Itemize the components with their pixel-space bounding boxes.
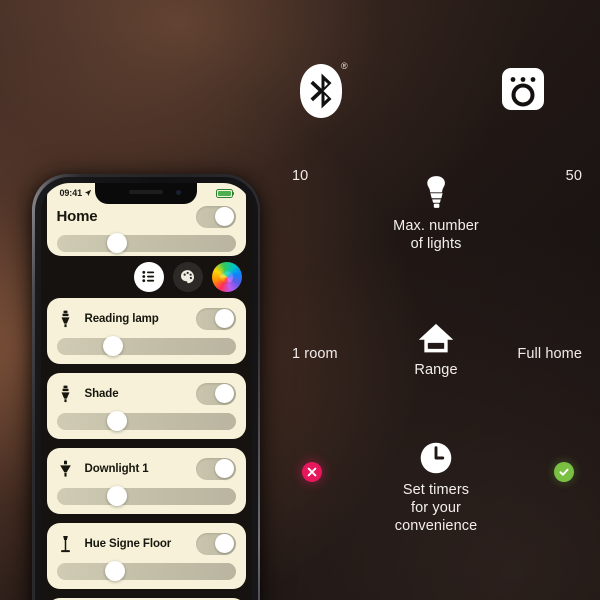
battery-icon: [215, 188, 235, 198]
mode-button-row: [133, 261, 242, 292]
feature-caption-timers: Set timers for your convenience: [394, 482, 478, 534]
spotlight-icon: [57, 383, 75, 405]
scenes-button[interactable]: [172, 261, 203, 292]
phone-screen: 09:41 Home Reading lamp Shade Downlight …: [40, 182, 252, 600]
feature-row-max-lights: 10 50 Max. number of lights: [272, 168, 600, 254]
palette-icon: [180, 270, 195, 284]
feature-row-timers: Set timers for your convenience: [272, 432, 600, 534]
house-icon: [413, 312, 459, 356]
bluetooth-rune-icon: [310, 73, 332, 109]
home-brightness-slider[interactable]: [56, 233, 236, 253]
top-icon-row: ®: [272, 55, 600, 125]
feature-caption-range: Range: [414, 362, 458, 378]
light-name: Hue Signe Floor: [84, 537, 172, 550]
light-brightness-slider[interactable]: [56, 486, 236, 506]
hue-bridge-icon: [502, 68, 544, 110]
light-toggle[interactable]: [195, 532, 236, 555]
front-camera: [176, 189, 181, 195]
registered-mark: ®: [341, 61, 348, 71]
light-toggle[interactable]: [195, 457, 236, 480]
light-list: Reading lamp Shade Downlight 1 Hue Signe…: [46, 297, 246, 600]
page-title: Home: [56, 208, 98, 225]
phone-notch: [95, 182, 197, 204]
feature-left-value-max-lights: 10: [292, 168, 309, 184]
status-time: 09:41: [59, 188, 83, 198]
light-bulb-icon: [413, 168, 459, 212]
bluetooth-icon: ®: [294, 60, 356, 122]
cross-badge: [302, 462, 322, 482]
phone-mockup: 09:41 Home Reading lamp Shade Downlight …: [22, 168, 267, 600]
light-toggle[interactable]: [195, 307, 236, 330]
list-item[interactable]: Downlight 1: [46, 447, 246, 514]
feature-row-range: 1 room Full home Range: [272, 312, 600, 380]
earpiece-speaker: [129, 189, 163, 194]
promo-scene: ® 10 50 Max. number of lights 1 room Ful…: [0, 0, 600, 600]
feature-right-value-max-lights: 50: [565, 168, 582, 184]
light-name: Shade: [84, 387, 119, 400]
feature-caption-max-lights: Max. number of lights: [393, 218, 479, 252]
feature-column: ® 10 50 Max. number of lights 1 room Ful…: [272, 0, 600, 600]
color-picker-button[interactable]: [211, 261, 242, 292]
list-icon: [142, 270, 155, 283]
home-master-toggle[interactable]: [195, 205, 236, 228]
list-view-button[interactable]: [133, 261, 164, 292]
downlight-icon: [57, 458, 75, 480]
list-item[interactable]: Reading lamp: [46, 297, 246, 364]
list-item[interactable]: Shade: [46, 372, 246, 439]
light-brightness-slider[interactable]: [56, 336, 236, 356]
list-item[interactable]: Hue Signe Floor: [46, 522, 246, 589]
light-brightness-slider[interactable]: [56, 411, 236, 431]
floor-lamp-icon: [57, 533, 75, 555]
check-icon: [559, 468, 569, 476]
light-toggle[interactable]: [195, 382, 236, 405]
light-name: Downlight 1: [84, 462, 149, 475]
close-icon: [307, 467, 317, 477]
clock-icon: [413, 432, 459, 476]
spotlight-icon: [57, 308, 75, 330]
location-arrow-icon: [84, 189, 92, 197]
phone-frame: 09:41 Home Reading lamp Shade Downlight …: [32, 174, 260, 600]
light-brightness-slider[interactable]: [56, 561, 236, 581]
check-badge: [554, 462, 574, 482]
light-name: Reading lamp: [84, 312, 159, 325]
